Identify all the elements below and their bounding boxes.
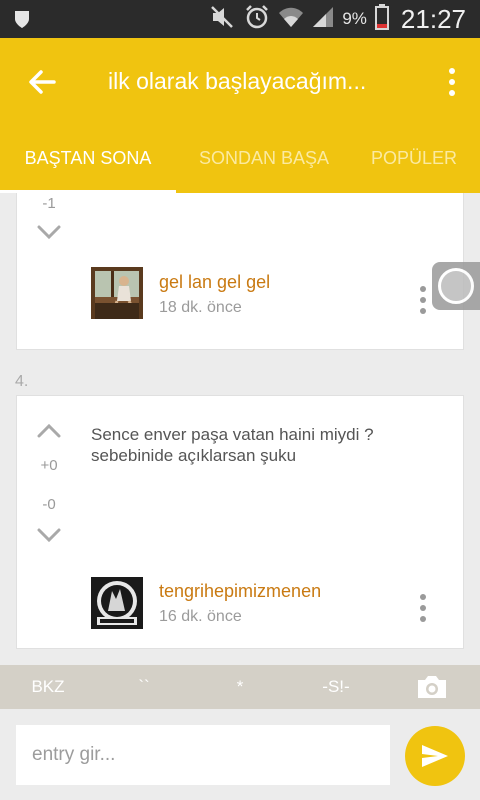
clock: 21:27	[400, 3, 466, 34]
sort-tabs: BAŞTAN SONA SONDAN BAŞA POPÜLER	[0, 124, 480, 193]
star-ref-button[interactable]: *	[216, 665, 264, 709]
alarm-icon	[244, 4, 270, 35]
mute-icon	[210, 5, 236, 34]
entry-number: 4.	[15, 373, 29, 390]
tab-bastan-sona[interactable]: BAŞTAN SONA	[0, 124, 176, 193]
entry-options-button[interactable]	[415, 592, 431, 624]
more-options-button[interactable]	[444, 64, 460, 100]
downvote-count: -1	[42, 195, 56, 212]
upvote-icon[interactable]	[37, 423, 61, 439]
more-vertical-icon	[420, 286, 426, 292]
entry-text: Sence enver paşa vatan haini miydi ? seb…	[91, 425, 374, 465]
compose-bar	[0, 709, 480, 800]
arrow-left-icon	[29, 70, 56, 94]
downvote-icon[interactable]	[37, 224, 61, 240]
bkz-button[interactable]: BKZ	[16, 665, 80, 709]
circle-icon	[438, 268, 474, 304]
entry-card: -1 gel lan gel gel 18 dk. önce	[16, 193, 464, 350]
downvote-count: -0	[42, 496, 56, 513]
tab-sondan-basa[interactable]: SONDAN BAŞA	[176, 124, 352, 193]
page-title: ilk olarak başlayacağım...	[108, 68, 367, 94]
battery-percent: 9%	[342, 9, 367, 28]
entry-time: 18 dk. önce	[159, 299, 242, 316]
send-icon	[422, 745, 448, 767]
wifi-icon	[278, 6, 304, 33]
wolf-logo-avatar	[91, 577, 143, 629]
notification-shield-icon	[14, 9, 30, 34]
author-name[interactable]: gel lan gel gel	[159, 272, 270, 293]
avatar[interactable]	[91, 577, 143, 629]
hidden-ref-button[interactable]: ``	[120, 665, 168, 709]
upvote-count: +0	[40, 457, 58, 474]
entry-input[interactable]	[16, 725, 390, 785]
camera-icon	[418, 676, 446, 698]
more-vertical-icon	[449, 68, 455, 74]
app-bar: ilk olarak başlayacağım...	[0, 38, 480, 124]
back-button[interactable]	[24, 64, 60, 100]
status-bar: 9% 21:27	[0, 0, 480, 38]
signal-icon	[312, 6, 334, 33]
entry-card: +0 -0 Sence enver paşa vatan haini miydi…	[16, 395, 464, 649]
more-vertical-icon	[420, 594, 426, 600]
camera-button[interactable]	[410, 665, 454, 709]
format-toolbar: BKZ `` * -S!-	[0, 665, 480, 709]
user-photo-avatar	[91, 267, 143, 319]
avatar[interactable]	[91, 267, 143, 319]
entry-options-button[interactable]	[415, 284, 431, 316]
floating-assistive-button[interactable]	[432, 262, 480, 310]
author-name[interactable]: tengrihepimizmenen	[159, 581, 321, 602]
spoiler-button[interactable]: -S!-	[300, 665, 372, 709]
battery-icon	[374, 3, 389, 35]
entry-time: 16 dk. önce	[159, 608, 242, 625]
entry-list[interactable]: -1 gel lan gel gel 18 dk. önce 4. +0 -0 …	[0, 193, 480, 665]
tab-populer[interactable]: POPÜLER	[352, 124, 480, 193]
downvote-icon[interactable]	[37, 527, 61, 543]
send-button[interactable]	[405, 726, 465, 786]
